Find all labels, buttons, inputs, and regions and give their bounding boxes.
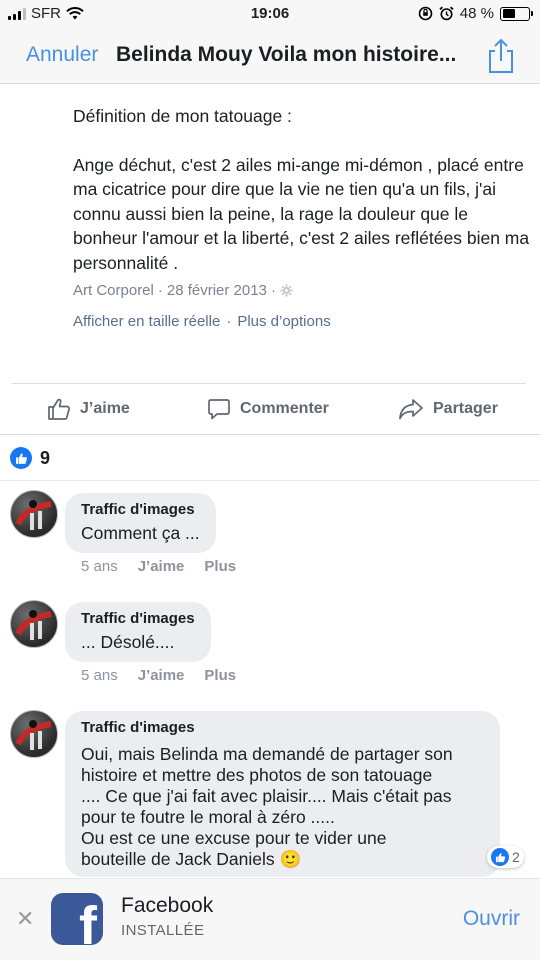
comment-author[interactable]: Traffic d'images [81,610,195,627]
comment-text: ... Désolé.... [81,632,175,652]
navigation-bar: Annuler Belinda Mouy Voila mon histoire.… [0,28,540,84]
status-right: 48 % [418,5,533,22]
comment-button[interactable]: Commenter [207,397,329,421]
comment-bubble: Traffic d'images ... Désolé.... [65,602,211,662]
battery-percent: 48 % [459,5,494,22]
comment-line: Oui, mais Belinda ma demandé de partager… [81,744,453,764]
meta-separator: · [270,282,276,299]
comment-more-button[interactable]: Plus [204,558,236,575]
meta-separator: · [226,313,232,330]
comment-author[interactable]: Traffic d'images [81,501,200,518]
more-options-link[interactable]: Plus d’options [237,313,330,330]
comment-label: Commenter [240,400,329,417]
comment-bubble-icon [208,399,230,420]
share-icon[interactable] [486,38,516,74]
comment-like-button[interactable]: J’aime [138,667,185,684]
alarm-icon [439,6,454,21]
post-description: Définition de mon tatouage : Ange déchut… [73,104,533,275]
comment-time: 5 ans [81,667,118,684]
like-button[interactable]: J’aime [47,397,130,421]
comment-actions: 5 ans J’aime Plus [81,558,236,575]
like-reaction-icon [10,447,32,469]
album-link[interactable]: Art Corporel [73,282,154,299]
battery-icon [500,6,533,21]
comment-line: pour te foutre le moral à zéro ..... [81,807,335,827]
orientation-lock-icon [418,6,433,21]
post-paragraph: Ange déchut, c'est 2 ailes mi-ange mi-dé… [73,154,530,273]
app-name: Facebook [121,894,214,917]
divider [0,434,540,435]
like-summary[interactable]: 9 [10,447,50,469]
comment-bubble: Traffic d'images Comment ça ... [65,493,216,553]
comment-like-button[interactable]: J’aime [138,558,185,575]
view-full-size-link[interactable]: Afficher en taille réelle [73,313,220,330]
app-banner: ✕ f Facebook INSTALLÉE Ouvrir [0,878,540,960]
comment-line: Ou est ce une excuse pour te vider une [81,828,387,848]
comment-line: .... Ce que j'ai fait avec plaisir.... M… [81,786,452,806]
battery-level [502,9,515,18]
status-bar: SFR 19:06 48 % [0,0,540,28]
divider [0,480,540,481]
comment-bubble: Traffic d'images Oui, mais Belinda ma de… [65,711,500,877]
comment-more-button[interactable]: Plus [204,667,236,684]
share-arrow-icon [399,399,423,420]
share-label: Partager [433,400,498,417]
like-label: J’aime [80,400,130,417]
thumbs-up-icon [48,398,70,420]
action-bar: J’aime Commenter Partager [0,384,540,434]
meta-separator: · [157,282,163,299]
close-icon[interactable]: ✕ [16,906,34,932]
page-title: Belinda Mouy Voila mon histoire... [116,43,457,66]
post-meta: Art Corporel · 28 février 2013 · [73,282,293,299]
comment-actions: 5 ans J’aime Plus [81,667,236,684]
post-date[interactable]: 28 février 2013 [167,282,267,299]
smiley-emoji: 🙂 [279,849,302,869]
share-button[interactable]: Partager [398,397,498,421]
reaction-count: 2 [512,849,520,865]
comment-text: Oui, mais Belinda ma demandé de partager… [81,744,484,870]
open-app-button[interactable]: Ouvrir [463,907,520,931]
comment-time: 5 ans [81,558,118,575]
like-reaction-icon [491,848,509,866]
privacy-gear-icon[interactable] [280,284,293,297]
comment-reactions[interactable]: 2 [487,846,524,868]
facebook-logo-icon: f [51,893,103,945]
cancel-button[interactable]: Annuler [26,43,98,67]
avatar[interactable] [10,600,58,648]
post-links: Afficher en taille réelle · Plus d’optio… [73,313,331,330]
avatar[interactable] [10,710,58,758]
post-paragraph: Définition de mon tatouage : [73,106,292,126]
comment-line-text: bouteille de Jack Daniels [81,849,275,869]
comment-author[interactable]: Traffic d'images [81,719,484,736]
comment-line: histoire et mettre des photos de son tat… [81,765,433,785]
comment-text: Comment ça ... [81,523,200,543]
like-count: 9 [40,447,51,468]
comment-line: bouteille de Jack Daniels 🙂 [81,849,484,870]
avatar[interactable] [10,490,58,538]
app-status: INSTALLÉE [121,922,205,939]
